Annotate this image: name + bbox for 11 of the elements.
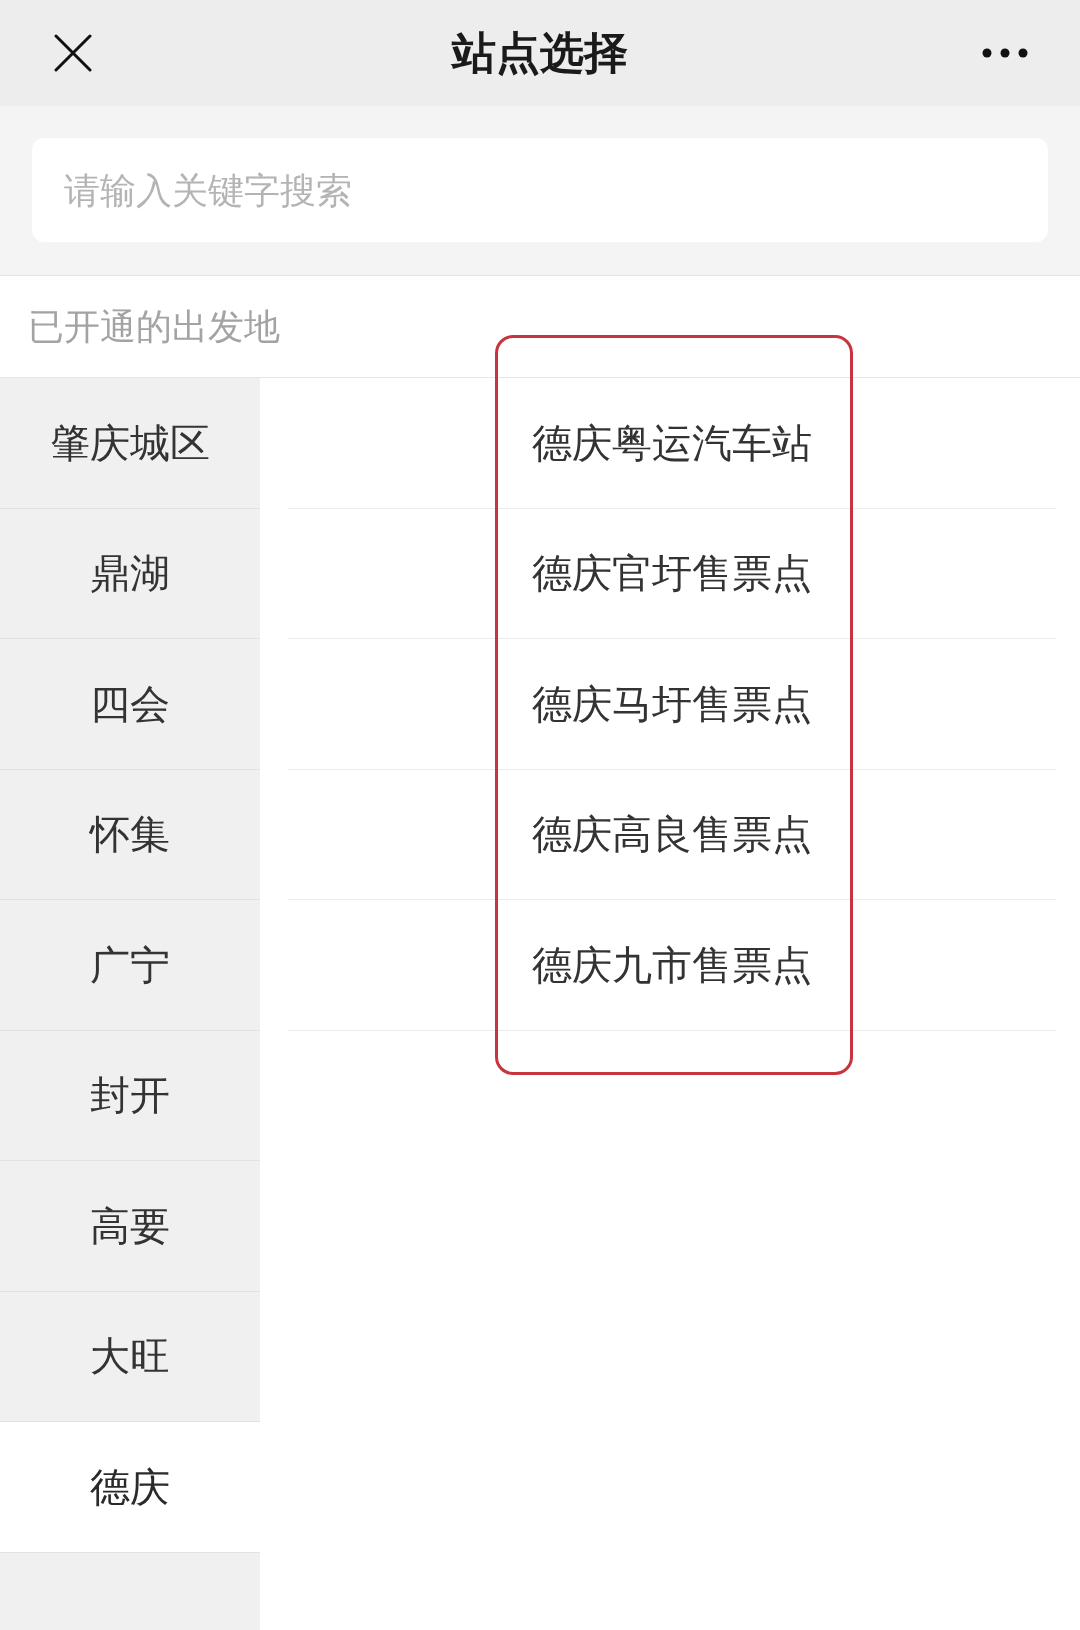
station-item[interactable]: 德庆粤运汽车站 [288,378,1056,509]
station-item[interactable]: 德庆马圩售票点 [288,639,1056,770]
section-label: 已开通的出发地 [28,308,280,345]
station-item[interactable]: 德庆高良售票点 [288,769,1056,900]
station-item[interactable]: 德庆九市售票点 [288,900,1056,1031]
close-icon [54,34,92,72]
search-field[interactable]: 请输入关键字搜索 [32,138,1048,242]
region-item[interactable]: 德庆 [0,1422,260,1553]
station-item[interactable]: 德庆官圩售票点 [288,508,1056,639]
page-title: 站点选择 [452,31,628,75]
more-icon [982,48,1028,58]
